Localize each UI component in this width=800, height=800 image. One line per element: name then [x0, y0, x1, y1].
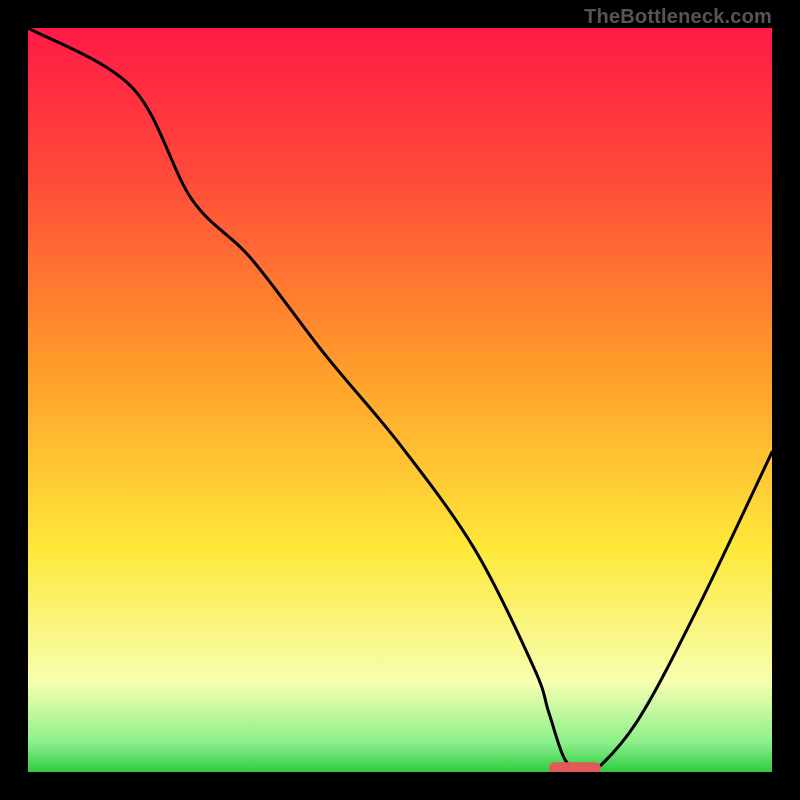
watermark-text: TheBottleneck.com — [584, 6, 772, 29]
chart-background — [28, 28, 772, 772]
chart-frame — [28, 28, 772, 772]
optimal-range-pill — [549, 762, 601, 772]
bottleneck-chart — [28, 28, 772, 772]
